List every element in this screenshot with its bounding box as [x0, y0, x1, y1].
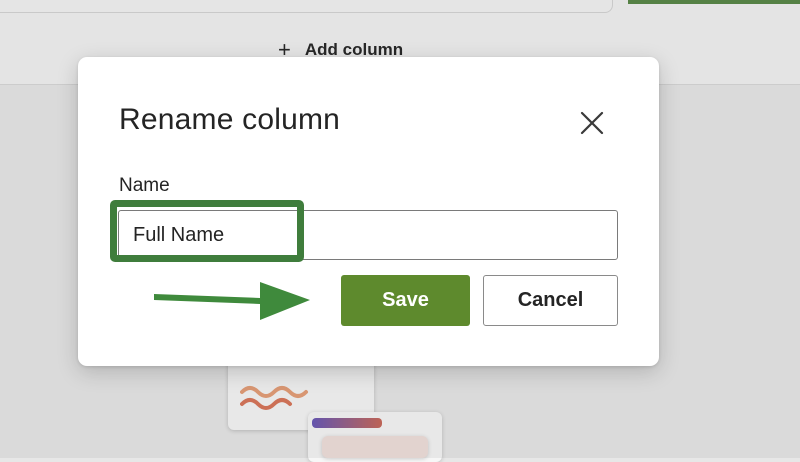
dialog-title: Rename column [119, 103, 341, 136]
close-icon [580, 111, 604, 135]
cancel-button[interactable]: Cancel [483, 275, 618, 326]
name-input[interactable] [118, 210, 618, 260]
close-button[interactable] [570, 103, 614, 143]
save-button[interactable]: Save [341, 275, 470, 326]
name-field-label: Name [119, 175, 170, 196]
rename-column-dialog: Rename column Name Save Cancel [78, 57, 659, 366]
